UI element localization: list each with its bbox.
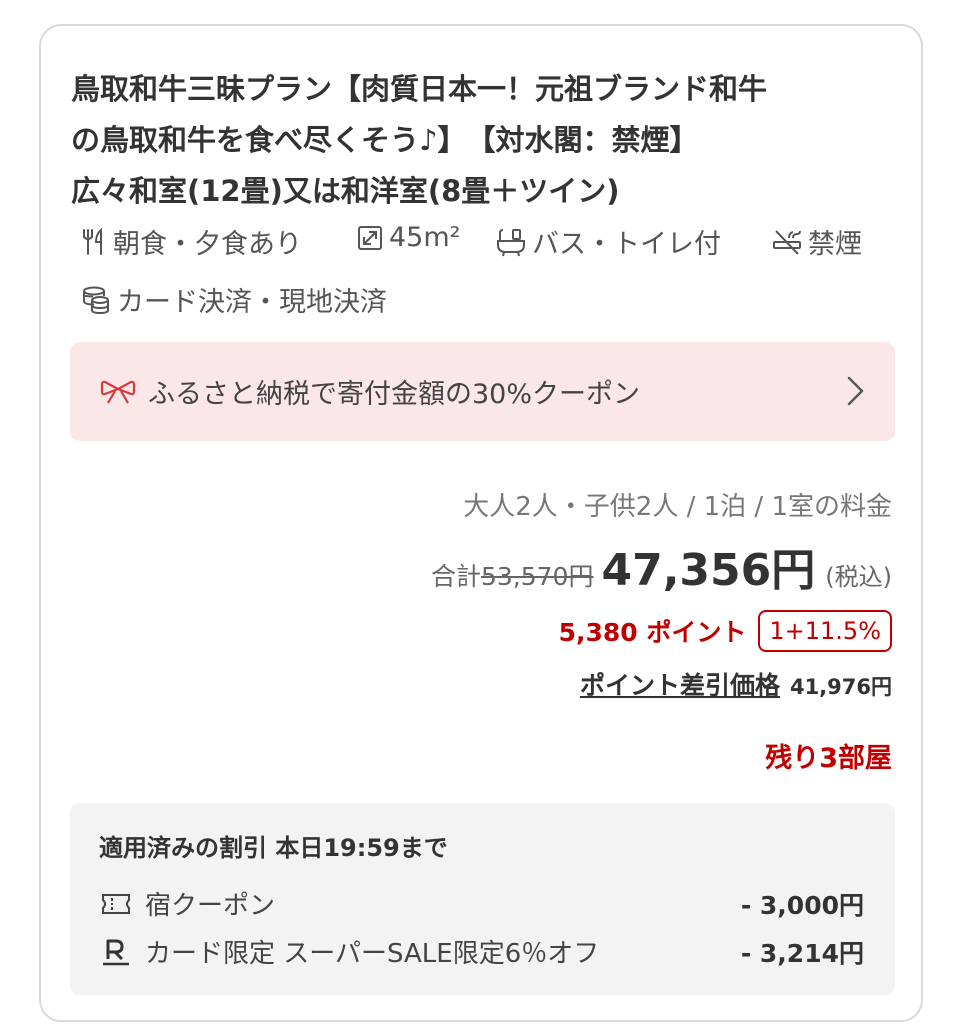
discounts-heading: 適用済みの割引 本日19:59まで [99,834,448,862]
amenity-payment: カード決済・現地決済 [81,280,387,319]
no-smoking-icon [773,229,801,255]
amenity-area-label: 45m² [389,222,461,253]
chevron-right-icon[interactable] [845,375,865,407]
discount-row: 宿クーポン - 3,000円 [101,885,864,922]
discount-label: 宿クーポン [145,891,276,921]
amenity-meals-label: 朝食・夕食あり [113,229,302,260]
plan-title[interactable]: 鳥取和牛三昧プラン【肉質日本一！元祖ブランド和牛 の鳥取和牛を食べ尽くそう♪】 … [71,64,911,217]
original-price: 53,570円 [480,562,594,591]
points-row: 5,380 ポイント 1+11.5% [559,610,892,652]
fork-knife-icon [83,227,102,255]
tax-note: (税込) [825,563,892,591]
plan-card: 鳥取和牛三昧プラン【肉質日本一！元祖ブランド和牛 の鳥取和牛を食べ尽くそう♪】 … [39,24,923,1022]
coupon-banner-text: ふるさと納税で寄付金額の30%クーポン [148,379,641,410]
amenity-bath-label: バス・トイレ付 [532,229,721,260]
furusato-coupon-banner[interactable]: ふるさと納税で寄付金額の30%クーポン [70,342,895,441]
discount-amount: - 3,214円 [740,938,864,968]
total-price-row: 合計 53,570円 47,356円 (税込) [431,534,892,598]
amenity-smoking-label: 禁煙 [808,229,862,260]
expand-arrow-icon [358,225,382,250]
coins-icon [83,286,109,314]
discount-label: カード限定 スーパーSALE限定6％オフ [145,939,600,969]
plan-title-line-3: 広々和室(12畳)又は和洋室(8畳＋ツイン) [71,174,620,208]
total-label: 合計 [430,562,481,591]
discount-amount: - 3,000円 [740,890,864,920]
amenity-meals: 朝食・夕食あり [81,222,302,261]
net-price: 41,976円 [789,675,892,699]
rooms-remaining: 残り3部屋 [765,743,892,774]
amenity-smoking: 禁煙 [772,222,862,261]
point-rate-badge: 1+11.5% [758,610,892,652]
bath-toilet-icon [497,228,525,256]
points-earned: 5,380 ポイント [558,618,747,647]
net-price-link[interactable]: ポイント差引価格 [580,666,780,702]
amenity-bath: バス・トイレ付 [496,222,721,261]
rakuten-r-icon [103,939,129,965]
ribbon-icon [100,380,136,404]
discount-row: カード限定 スーパーSALE限定6％オフ - 3,214円 [101,933,864,970]
total-price: 47,356円 [601,545,816,596]
ticket-icon [102,893,130,914]
plan-title-line-2: の鳥取和牛を食べ尽くそう♪】 【対水閣：禁煙】 [71,123,699,157]
plan-title-line-1: 鳥取和牛三昧プラン【肉質日本一！元祖ブランド和牛 [71,72,768,106]
amenity-area: 45m² [357,222,460,253]
net-price-row: ポイント差引価格 41,976円 [580,666,892,702]
occupancy-summary: 大人2人・子供2人 / 1泊 / 1室の料金 [463,492,892,522]
applied-discounts: 適用済みの割引 本日19:59まで 宿クーポン - 3,000円 カード限定 ス… [70,803,895,995]
amenity-payment-label: カード決済・現地決済 [117,287,387,318]
